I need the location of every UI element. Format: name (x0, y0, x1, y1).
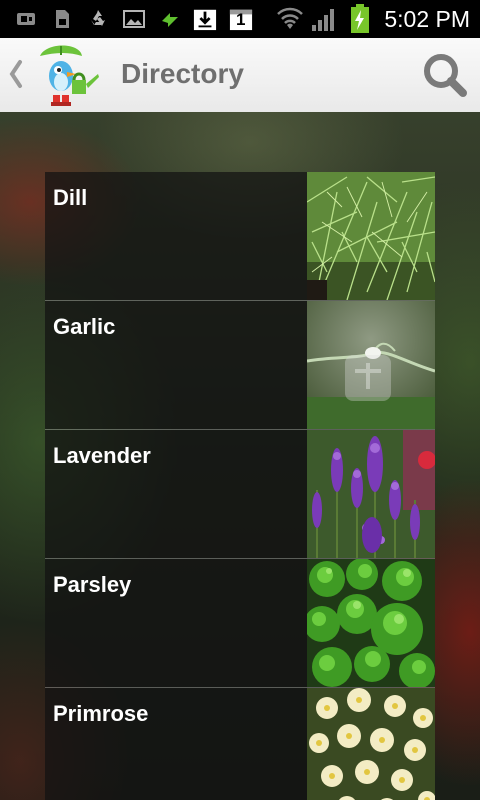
list-item-garlic[interactable]: Garlic (45, 301, 435, 430)
list-item-label: Primrose (53, 701, 149, 726)
battery-charging-icon (351, 4, 369, 33)
list-item-text-panel: Dill (45, 172, 307, 300)
list-item-lavender[interactable]: Lavender (45, 430, 435, 559)
chevron-left-icon[interactable] (6, 56, 26, 92)
picture-icon (123, 10, 145, 28)
list-item-text-panel: Primrose (45, 688, 307, 800)
lavender-photo (307, 430, 435, 558)
list-item-label: Dill (53, 185, 88, 210)
list-item-text-panel: Parsley (45, 559, 307, 687)
list-item-primrose[interactable]: Primrose (45, 688, 435, 800)
recycle-icon (91, 10, 105, 26)
clock: 5:02 PM (384, 6, 470, 32)
list-item-text-panel: Garlic (45, 301, 307, 429)
page-title: Directory (121, 58, 244, 89)
dill-photo (307, 172, 435, 300)
list-item-text-panel: Lavender (45, 430, 307, 558)
list-item-label: Lavender (53, 443, 151, 468)
garlic-photo (307, 301, 435, 429)
primrose-photo (307, 688, 435, 800)
search-icon[interactable] (422, 52, 468, 98)
sync-arrows-icon (162, 13, 178, 27)
status-bar: 1 5:02 PM (0, 0, 480, 38)
download-icon (193, 9, 217, 31)
calendar-day-number: 1 (236, 10, 246, 29)
usb-icon (17, 13, 35, 25)
action-bar: Directory (0, 38, 480, 113)
list-item-label: Parsley (53, 572, 132, 597)
list-item-parsley[interactable]: Parsley (45, 559, 435, 688)
directory-list: Dill Garlic Lavender Parsley Primrose (45, 172, 435, 800)
list-item-label: Garlic (53, 314, 116, 339)
signal-icon (312, 9, 334, 31)
parsley-photo (307, 559, 435, 687)
list-item-dill[interactable]: Dill (45, 172, 435, 301)
bird-watering-can-logo[interactable] (34, 42, 102, 110)
sd-card-icon (56, 10, 69, 28)
wifi-icon (277, 7, 303, 29)
